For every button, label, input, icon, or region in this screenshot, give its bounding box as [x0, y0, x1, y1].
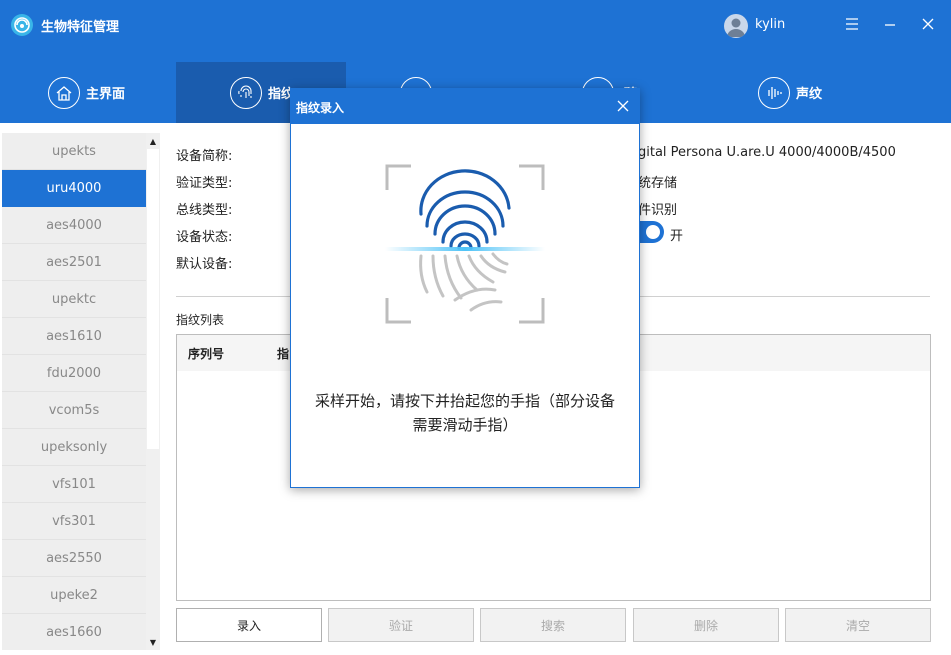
device-status-toggle-label: 开 [670, 229, 684, 244]
menu-icon [846, 18, 858, 30]
user-name[interactable]: kylin [755, 17, 785, 32]
list-item[interactable]: upekts [2, 133, 146, 170]
list-item[interactable]: upeke2 [2, 577, 146, 614]
close-icon[interactable] [615, 98, 631, 114]
tab-home[interactable]: 主界面 [48, 62, 168, 123]
list-item[interactable]: vcom5s [2, 392, 146, 429]
minimize-icon [885, 24, 895, 26]
list-item[interactable]: aes2550 [2, 540, 146, 577]
dialog-message-line1: 采样开始，请按下并抬起您的手指（部分设备 [314, 392, 615, 410]
list-item[interactable]: vfs101 [2, 466, 146, 503]
fingerprint-scan-icon [385, 164, 545, 324]
dialog-header: 指纹录入 [291, 89, 639, 124]
sidebar-scrollbar[interactable]: ▲ ▼ [146, 133, 160, 650]
device-name-label: 设备简称: [176, 149, 233, 164]
app-title: 生物特征管理 [41, 20, 120, 35]
close-window-button[interactable] [916, 12, 940, 36]
search-button[interactable]: 搜索 [480, 608, 626, 642]
device-list: upekts uru4000 aes4000 aes2501 upektc ae… [2, 133, 146, 650]
column-name[interactable]: 指 [277, 345, 289, 362]
list-item[interactable]: uru4000 [2, 170, 146, 207]
list-item[interactable]: vfs301 [2, 503, 146, 540]
scroll-up-icon[interactable]: ▲ [146, 134, 160, 148]
tab-voiceprint-label: 声纹 [796, 87, 823, 102]
tab-home-label: 主界面 [86, 87, 126, 102]
list-item[interactable]: aes1660 [2, 614, 146, 650]
list-item[interactable]: aes1610 [2, 318, 146, 355]
fingerprint-list-title: 指纹列表 [176, 313, 225, 327]
verify-type-label: 验证类型: [176, 176, 233, 191]
tab-voiceprint[interactable]: 声纹 [758, 62, 858, 123]
device-status-label: 设备状态: [176, 230, 233, 245]
user-icon [727, 18, 745, 37]
app-logo-icon [11, 14, 33, 36]
list-item[interactable]: aes2501 [2, 244, 146, 281]
dialog-message: 采样开始，请按下并抬起您的手指（部分设备 需要滑动手指） [301, 389, 629, 437]
user-avatar[interactable] [724, 14, 748, 38]
scroll-down-icon[interactable]: ▼ [146, 635, 160, 649]
device-name-value: gital Persona U.are.U 4000/4000B/4500 [638, 145, 896, 160]
clear-button[interactable]: 清空 [785, 608, 931, 642]
default-device-label: 默认设备: [176, 257, 233, 272]
list-item[interactable]: upeksonly [2, 429, 146, 466]
enroll-dialog: 指纹录入 采样开始，请按下并抬起您的手指（部分设备 需要滑动手指） [290, 88, 640, 488]
column-serial[interactable]: 序列号 [188, 345, 224, 362]
list-item[interactable]: upektc [2, 281, 146, 318]
list-item[interactable]: fdu2000 [2, 355, 146, 392]
list-item[interactable]: aes4000 [2, 207, 146, 244]
device-status-toggle[interactable] [640, 221, 664, 243]
voiceprint-icon [758, 76, 790, 109]
bus-type-label: 总线类型: [176, 203, 233, 218]
minimize-button[interactable] [878, 12, 902, 36]
dialog-title: 指纹录入 [296, 101, 345, 115]
scroll-thumb[interactable] [147, 149, 159, 449]
delete-button[interactable]: 删除 [633, 608, 779, 642]
verify-type-value: 统存储 [638, 176, 678, 191]
home-icon [48, 76, 80, 109]
menu-button[interactable] [840, 12, 864, 36]
bus-type-value: 件识别 [638, 203, 678, 218]
close-icon [922, 18, 934, 30]
fingerprint-icon [230, 76, 262, 109]
verify-button[interactable]: 验证 [328, 608, 474, 642]
dialog-message-line2: 需要滑动手指） [412, 416, 518, 434]
enroll-button[interactable]: 录入 [176, 608, 322, 642]
